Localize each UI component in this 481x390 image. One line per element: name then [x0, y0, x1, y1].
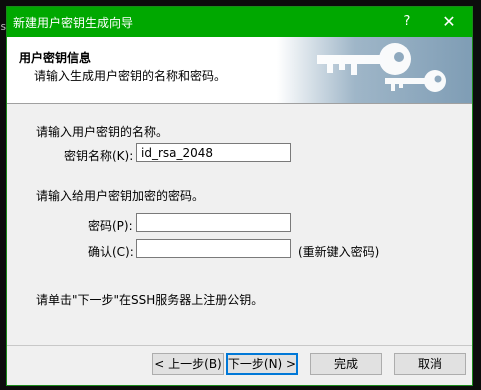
close-button[interactable]: ✕	[429, 7, 469, 37]
wizard-dialog: 新建用户密钥生成向导 ? ✕ 用户密钥信息 请输入生成用户密钥的名称和密码。 请…	[6, 6, 473, 386]
key-name-input[interactable]: id_rsa_2048	[136, 143, 291, 162]
title-bar[interactable]: 新建用户密钥生成向导 ? ✕	[7, 7, 472, 37]
window-title: 新建用户密钥生成向导	[13, 16, 134, 30]
wizard-header: 用户密钥信息 请输入生成用户密钥的名称和密码。	[7, 37, 472, 104]
confirm-hint: (重新键入密码)	[298, 245, 380, 259]
keys-icon	[277, 37, 472, 103]
divider	[7, 345, 472, 346]
finish-button[interactable]: 完成	[310, 353, 382, 375]
password-input[interactable]	[136, 213, 291, 232]
confirm-label: 确认(C):	[88, 245, 134, 259]
help-button[interactable]: ?	[387, 7, 427, 37]
confirm-password-input[interactable]	[136, 239, 291, 258]
cancel-button[interactable]: 取消	[394, 353, 466, 375]
password-label: 密码(P):	[88, 219, 133, 233]
name-prompt: 请输入用户密钥的名称。	[36, 125, 169, 139]
page-subtitle: 请输入生成用户密钥的名称和密码。	[34, 69, 227, 83]
next-button[interactable]: 下一步(N) >	[226, 353, 298, 375]
back-button[interactable]: < 上一步(B)	[152, 353, 224, 375]
key-name-label: 密钥名称(K):	[64, 149, 134, 163]
page-title: 用户密钥信息	[19, 51, 92, 65]
password-prompt: 请输入给用户密钥加密的密码。	[36, 189, 205, 203]
footer-note: 请单击"下一步"在SSH服务器上注册公钥。	[36, 293, 264, 307]
